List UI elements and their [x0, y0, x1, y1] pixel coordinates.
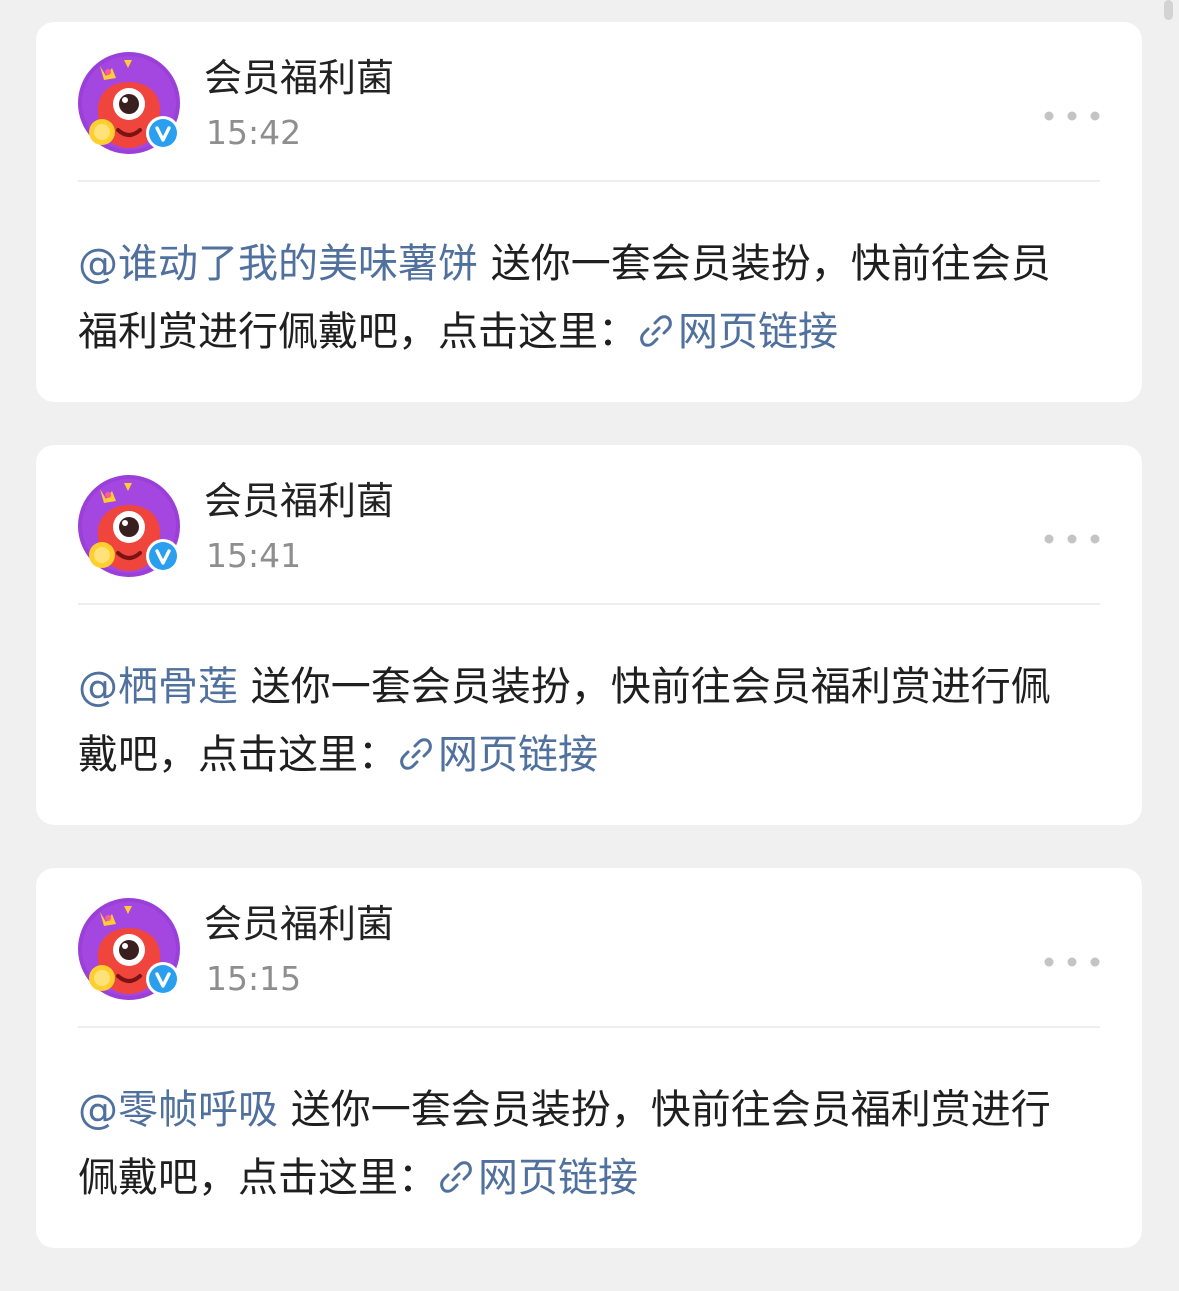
divider — [78, 180, 1100, 182]
web-link[interactable]: 网页链接 — [438, 1155, 638, 1201]
mention-link[interactable]: @谁动了我的美味薯饼 — [78, 241, 478, 287]
verified-badge-icon — [146, 962, 180, 996]
post-content: @谁动了我的美味薯饼 送你一套会员装扮，快前往会员福利赏进行佩戴吧，点击这里：网… — [78, 230, 1078, 366]
post-card[interactable]: 会员福利菌 15:42 @谁动了我的美味薯饼 送你一套会员装扮，快前往会员福利赏… — [36, 22, 1142, 402]
more-dots-icon[interactable] — [1044, 531, 1100, 545]
link-icon — [640, 315, 672, 347]
post-time: 15:42 — [206, 113, 302, 152]
web-link[interactable]: 网页链接 — [638, 309, 838, 355]
web-link-label[interactable]: 网页链接 — [438, 732, 598, 778]
link-icon — [400, 738, 432, 770]
web-link-label[interactable]: 网页链接 — [678, 309, 838, 355]
web-link[interactable]: 网页链接 — [398, 732, 598, 778]
post-header: 会员福利菌 15:41 — [78, 475, 1100, 583]
link-icon — [440, 1161, 472, 1193]
verified-badge-icon — [146, 116, 180, 150]
author-name[interactable]: 会员福利菌 — [204, 475, 394, 527]
post-content: @栖骨莲 送你一套会员装扮，快前往会员福利赏进行佩戴吧，点击这里： 网页链接 — [78, 653, 1078, 789]
post-card[interactable]: 会员福利菌 15:41 @栖骨莲 送你一套会员装扮，快前往会员福利赏进行佩戴吧，… — [36, 445, 1142, 825]
post-time: 15:41 — [206, 536, 302, 575]
author-name[interactable]: 会员福利菌 — [204, 52, 394, 104]
web-link-label[interactable]: 网页链接 — [478, 1155, 638, 1201]
post-card[interactable]: 会员福利菌 15:15 @零帧呼吸 送你一套会员装扮，快前往会员福利赏进行佩戴吧… — [36, 868, 1142, 1248]
more-dots-icon[interactable] — [1044, 108, 1100, 122]
post-content: @零帧呼吸 送你一套会员装扮，快前往会员福利赏进行佩戴吧，点击这里： 网页链接 — [78, 1076, 1078, 1212]
post-time: 15:15 — [206, 959, 302, 998]
mention-link[interactable]: @零帧呼吸 — [78, 1087, 278, 1133]
scrollbar[interactable] — [1164, 0, 1173, 20]
author-name[interactable]: 会员福利菌 — [204, 898, 394, 950]
more-dots-icon[interactable] — [1044, 954, 1100, 968]
post-header: 会员福利菌 15:15 — [78, 898, 1100, 1006]
divider — [78, 1026, 1100, 1028]
verified-badge-icon — [146, 539, 180, 573]
mention-link[interactable]: @栖骨莲 — [78, 664, 238, 710]
feed-list: 会员福利菌 15:42 @谁动了我的美味薯饼 送你一套会员装扮，快前往会员福利赏… — [36, 22, 1142, 1291]
divider — [78, 603, 1100, 605]
post-header: 会员福利菌 15:42 — [78, 52, 1100, 160]
